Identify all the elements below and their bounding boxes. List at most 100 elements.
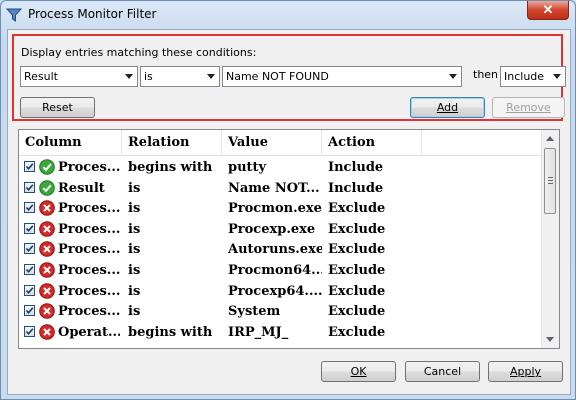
cell-value: Procexp.exe [228, 221, 316, 237]
filter-list[interactable]: Column Relation Value Action Proces... be… [18, 129, 560, 349]
row-checkbox[interactable] [24, 222, 35, 234]
column-header-column[interactable]: Column [19, 130, 122, 155]
conditions-label: Display entries matching these condition… [21, 46, 257, 59]
close-icon: ✕ [542, 2, 554, 17]
dialog-body: Display entries matching these condition… [7, 29, 571, 395]
column-header-value[interactable]: Value [222, 130, 322, 155]
cell-relation: begins with [128, 160, 213, 175]
list-item[interactable]: Proces... is Autoruns.exe Exclude [19, 239, 544, 259]
value-combo[interactable]: Name NOT FOUND [222, 66, 462, 87]
chevron-down-icon [125, 74, 133, 79]
grip-line [548, 183, 553, 184]
exclude-x-icon [39, 241, 55, 258]
vertical-scrollbar[interactable] [541, 130, 559, 348]
list-item[interactable]: Proces... is Procexp64.... Exclude [19, 281, 544, 301]
list-header: Column Relation Value Action [19, 130, 544, 156]
grip-line [548, 180, 553, 181]
cell-value: Procexp64.... [228, 283, 322, 299]
add-button[interactable]: Add [410, 97, 485, 118]
row-checkbox[interactable] [24, 181, 35, 193]
row-checkbox[interactable] [24, 305, 35, 317]
cell-relation: is [128, 304, 141, 320]
cell-action: Exclude [328, 324, 386, 340]
exclude-x-icon [39, 323, 55, 340]
cell-relation: is [128, 242, 141, 258]
relation-select-value: is [144, 70, 153, 83]
apply-button-label: Apply [509, 365, 542, 378]
list-item[interactable]: Operat... begins with IRP_MJ_ Exclude [19, 322, 544, 342]
list-item[interactable]: Proces... begins with putty Include [19, 157, 544, 177]
cell-relation: is [128, 221, 141, 237]
chevron-down-icon [553, 74, 561, 79]
cell-column: Operat... [58, 324, 120, 340]
column-header-relation[interactable]: Relation [122, 130, 222, 155]
chevron-down-icon [449, 74, 457, 79]
cell-action: Include [328, 160, 384, 175]
include-check-icon [39, 179, 55, 196]
add-button-label: Add [436, 101, 459, 114]
cell-value: Name NOT... [228, 180, 320, 196]
chevron-down-icon [207, 74, 215, 79]
cell-action: Exclude [328, 201, 386, 217]
exclude-x-icon [39, 303, 55, 319]
window-title: Process Monitor Filter [28, 7, 157, 21]
apply-button[interactable]: Apply [488, 361, 563, 382]
filter-dialog: Process Monitor Filter ✕ Display entries… [0, 0, 576, 400]
row-checkbox[interactable] [24, 284, 35, 296]
exclude-x-icon [39, 262, 55, 278]
scroll-down-icon[interactable] [546, 337, 554, 342]
cell-action: Exclude [328, 221, 386, 237]
title-bar[interactable]: Process Monitor Filter ✕ [1, 1, 575, 29]
remove-button[interactable]: Remove [492, 97, 565, 118]
cell-column: Proces... [58, 221, 120, 237]
column-select[interactable]: Result [20, 66, 138, 87]
action-select-value: Include [504, 70, 545, 83]
action-select[interactable]: Include [500, 66, 566, 87]
row-checkbox[interactable] [24, 325, 35, 337]
cell-column: Proces... [58, 283, 120, 299]
cell-column: Proces... [58, 242, 120, 258]
cancel-button[interactable]: Cancel [405, 361, 480, 382]
cell-action: Exclude [328, 242, 386, 258]
row-checkbox[interactable] [24, 264, 35, 275]
cell-relation: is [128, 283, 141, 299]
scroll-up-icon[interactable] [546, 136, 554, 141]
cell-action: Exclude [328, 263, 386, 278]
cell-value: Procmon.exe [228, 201, 322, 217]
ok-button[interactable]: OK [321, 361, 396, 382]
list-item[interactable]: Proces... is System Exclude [19, 301, 544, 321]
close-button[interactable]: ✕ [527, 1, 569, 20]
condition-editor: Display entries matching these condition… [12, 34, 566, 121]
include-check-icon [39, 159, 55, 175]
cell-action: Exclude [328, 304, 386, 320]
cell-value: System [228, 304, 281, 320]
exclude-x-icon [39, 220, 55, 237]
cell-value: Procmon64.... [228, 263, 322, 278]
list-item[interactable]: Proces... is Procexp.exe Exclude [19, 219, 544, 239]
column-header-action[interactable]: Action [322, 130, 422, 155]
cell-column: Proces... [58, 304, 120, 320]
relation-select[interactable]: is [140, 66, 220, 87]
scrollbar-thumb[interactable] [544, 148, 556, 214]
remove-button-label: Remove [506, 101, 551, 114]
grip-line [548, 177, 553, 178]
row-checkbox[interactable] [24, 202, 35, 214]
value-combo-text: Name NOT FOUND [226, 70, 329, 83]
ok-button-label: OK [350, 365, 367, 378]
column-select-value: Result [24, 70, 58, 83]
cell-relation: is [128, 201, 141, 217]
cell-column: Proces... [58, 201, 120, 217]
list-item[interactable]: Proces... is Procmon64.... Exclude [19, 260, 544, 280]
cancel-button-label: Cancel [423, 365, 462, 378]
row-checkbox[interactable] [24, 161, 35, 172]
cell-action: Exclude [328, 283, 386, 299]
then-label: then [473, 68, 499, 81]
reset-button[interactable]: Reset [20, 97, 95, 118]
row-checkbox[interactable] [24, 243, 35, 255]
list-item[interactable]: Result is Name NOT... Include [19, 178, 544, 198]
cell-value: putty [228, 160, 267, 175]
cell-action: Include [328, 180, 384, 196]
list-item[interactable]: Proces... is Procmon.exe Exclude [19, 198, 544, 218]
cell-column: Result [58, 180, 105, 196]
cell-relation: is [128, 263, 141, 278]
